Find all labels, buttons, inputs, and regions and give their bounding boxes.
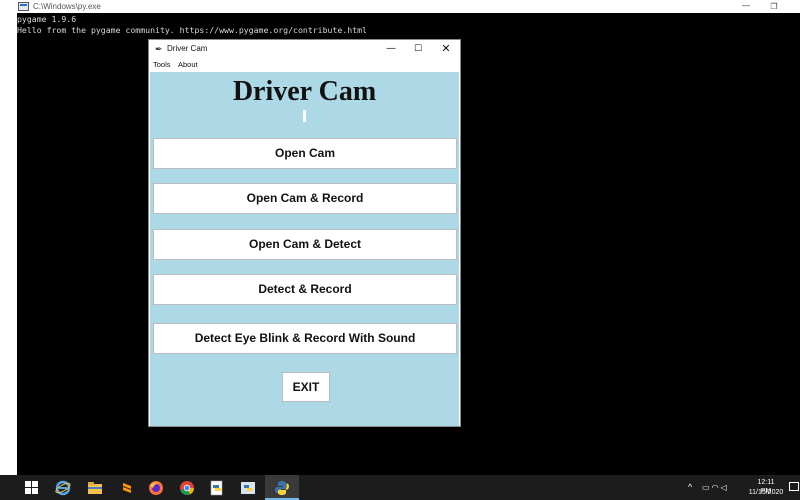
volume-icon[interactable]: ◁ [721,483,729,492]
app-close-button[interactable]: ✕ [432,41,460,57]
app-title: Driver Cam [167,44,208,53]
menu-about[interactable]: About [176,58,200,71]
console-left-margin [0,13,17,475]
open-cam-record-button[interactable]: Open Cam & Record [153,183,457,214]
firefox-icon[interactable] [148,480,164,496]
detect-record-button[interactable]: Detect & Record [153,274,457,305]
driver-cam-window: ✒ Driver Cam — ☐ ✕ Tools About Driver Ca… [148,39,461,427]
start-icon[interactable] [25,481,39,495]
feather-icon: ✒ [155,44,163,54]
console-restore-button[interactable]: ❐ [760,0,788,13]
app-heading: Driver Cam [232,76,377,107]
wifi-icon[interactable]: ◠ [712,483,721,492]
open-cam-button[interactable]: Open Cam [153,138,457,169]
app-maximize-button[interactable]: ☐ [404,41,432,57]
console-app-icon [18,2,29,11]
python-idle-icon[interactable] [209,480,225,496]
notification-icon[interactable] [789,482,799,491]
console-line: Hello from the pygame community. https:/… [17,24,367,35]
chrome-icon[interactable] [179,480,195,496]
console-output: pygame 1.9.6 Hello from the pygame commun… [17,14,367,35]
chevron-up-icon[interactable]: ^ [688,483,692,492]
heading-marker [303,110,306,122]
internet-explorer-icon[interactable] [55,480,71,496]
python-app-icon[interactable] [274,480,290,496]
taskbar: ^ ▭◠◁ 12:11 PM 11/15/2020 [0,475,800,500]
open-cam-detect-button[interactable]: Open Cam & Detect [153,229,457,260]
python-shell-icon[interactable] [240,480,256,496]
app-menubar: Tools About [149,58,460,71]
sublime-text-icon[interactable] [119,480,135,496]
console-titlebar[interactable]: C:\Windows\py.exe — ❐ [0,0,800,13]
console-title: C:\Windows\py.exe [33,2,101,11]
app-body: Driver Cam Open Cam Open Cam & Record Op… [150,72,459,426]
menu-tools[interactable]: Tools [151,58,173,71]
file-explorer-icon[interactable] [87,480,103,496]
tray-icons[interactable]: ▭◠◁ [702,483,729,492]
app-titlebar[interactable]: ✒ Driver Cam — ☐ ✕ [149,40,460,58]
clock-date[interactable]: 11/15/2020 [744,488,788,497]
exit-button[interactable]: EXIT [282,372,330,402]
battery-icon[interactable]: ▭ [702,483,712,492]
console-minimize-button[interactable]: — [732,0,760,13]
detect-eye-blink-record-sound-button[interactable]: Detect Eye Blink & Record With Sound [153,323,457,354]
app-minimize-button[interactable]: — [377,41,405,57]
console-line: pygame 1.9.6 [17,14,77,24]
